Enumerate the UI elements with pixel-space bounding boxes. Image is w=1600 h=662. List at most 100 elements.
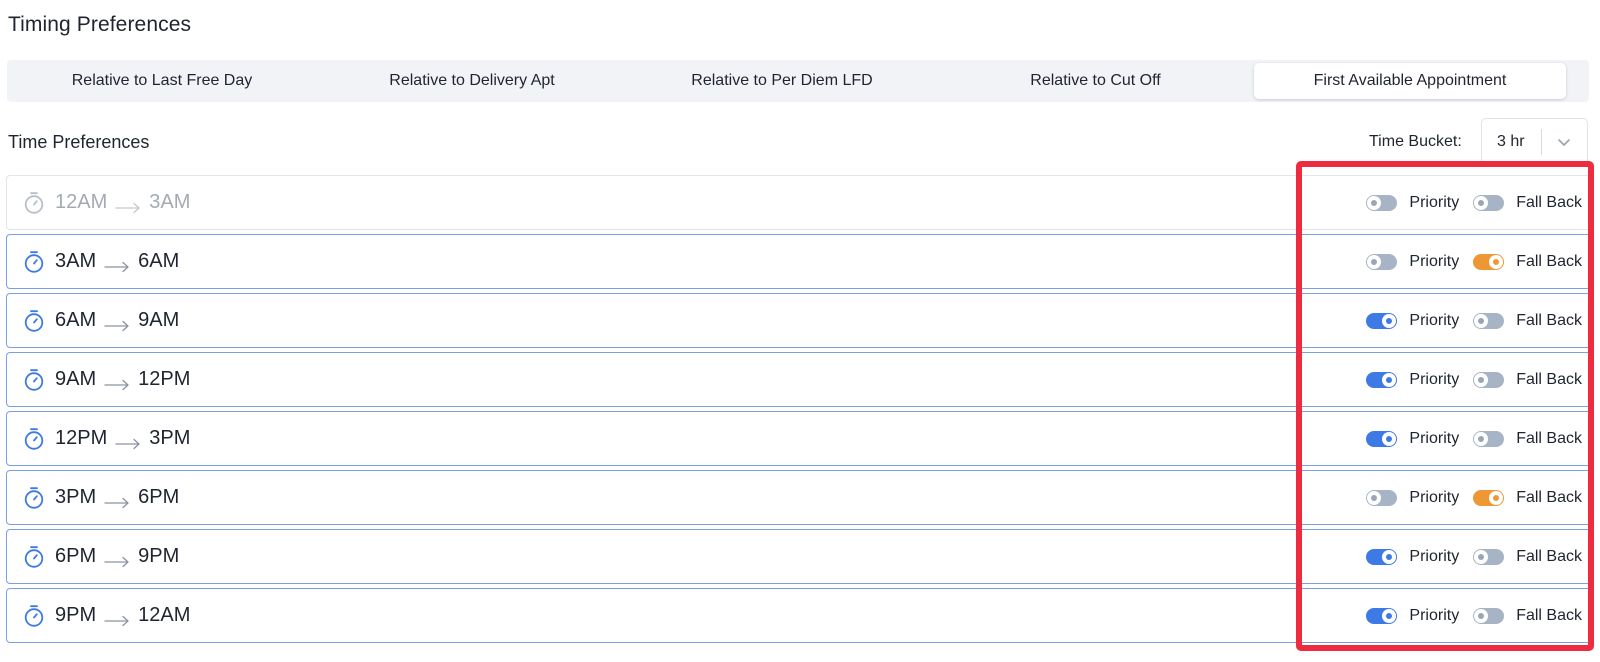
- chevron-down-icon[interactable]: [1556, 134, 1572, 150]
- time-range-end: 9PM: [138, 545, 180, 567]
- arrow-right-icon: [104, 610, 130, 626]
- arrow-right-icon: [104, 374, 130, 390]
- fallback-label: Fall Back: [1516, 488, 1582, 506]
- priority-toggle[interactable]: [1366, 489, 1398, 506]
- time-slot-row: 3PM 6PM Priority Fall Back: [6, 470, 1591, 525]
- priority-toggle[interactable]: [1366, 194, 1398, 211]
- priority-toggle[interactable]: [1366, 548, 1398, 565]
- time-range: 12PM 3PM: [55, 427, 190, 450]
- time-range-start: 6PM: [55, 545, 97, 567]
- fallback-toggle[interactable]: [1473, 548, 1505, 565]
- time-bucket-value: 3 hr: [1497, 133, 1525, 150]
- arrow-right-icon: [115, 197, 141, 213]
- stopwatch-icon: [22, 427, 46, 451]
- arrow-right-icon: [104, 551, 130, 567]
- stopwatch-icon: [22, 545, 46, 569]
- select-divider: [1541, 129, 1542, 155]
- time-range-end: 12AM: [138, 604, 191, 626]
- time-slot-row: 9AM 12PM Priority Fall Back: [6, 352, 1591, 407]
- time-range: 3AM 6AM: [55, 250, 179, 273]
- time-range: 9PM 12AM: [55, 604, 190, 627]
- row-controls: Priority Fall Back: [1366, 589, 1582, 642]
- fallback-toggle[interactable]: [1473, 253, 1505, 270]
- priority-toggle[interactable]: [1366, 312, 1398, 329]
- time-preferences-title: Time Preferences: [8, 132, 150, 152]
- tab-relative-last-free-day[interactable]: Relative to Last Free Day: [7, 60, 317, 102]
- fallback-toggle[interactable]: [1473, 312, 1505, 329]
- time-range: 9AM 12PM: [55, 368, 190, 391]
- stopwatch-icon: [22, 486, 46, 510]
- time-range-start: 9PM: [55, 604, 97, 626]
- time-range-end: 6AM: [138, 250, 180, 272]
- tab-first-available-appointment[interactable]: First Available Appointment: [1254, 63, 1566, 99]
- time-range-start: 12PM: [55, 427, 108, 449]
- row-controls: Priority Fall Back: [1366, 176, 1582, 229]
- time-range: 3PM 6PM: [55, 486, 179, 509]
- row-controls: Priority Fall Back: [1366, 235, 1582, 288]
- tab-bar: Relative to Last Free Day Relative to De…: [7, 60, 1589, 102]
- time-range: 6PM 9PM: [55, 545, 179, 568]
- time-range-start: 6AM: [55, 309, 97, 331]
- row-controls: Priority Fall Back: [1366, 353, 1582, 406]
- priority-label: Priority: [1409, 311, 1460, 329]
- time-range: 6AM 9AM: [55, 309, 179, 332]
- priority-toggle[interactable]: [1366, 430, 1398, 447]
- time-range-end: 9AM: [138, 309, 180, 331]
- priority-toggle[interactable]: [1366, 253, 1398, 270]
- time-slot-row: 9PM 12AM Priority Fall Back: [6, 588, 1591, 643]
- fallback-toggle[interactable]: [1473, 194, 1505, 211]
- row-controls: Priority Fall Back: [1366, 412, 1582, 465]
- time-range-end: 6PM: [138, 486, 180, 508]
- fallback-label: Fall Back: [1516, 429, 1582, 447]
- priority-label: Priority: [1409, 488, 1460, 506]
- stopwatch-icon: [22, 368, 46, 392]
- priority-label: Priority: [1409, 429, 1460, 447]
- fallback-label: Fall Back: [1516, 311, 1582, 329]
- time-slot-row: 6PM 9PM Priority Fall Back: [6, 529, 1591, 584]
- priority-toggle[interactable]: [1366, 607, 1398, 624]
- fallback-label: Fall Back: [1516, 370, 1582, 388]
- fallback-label: Fall Back: [1516, 547, 1582, 565]
- time-slot-row: 12PM 3PM Priority Fall Back: [6, 411, 1591, 466]
- time-range-end: 12PM: [138, 368, 191, 390]
- time-range-end: 3PM: [149, 427, 191, 449]
- fallback-toggle[interactable]: [1473, 371, 1505, 388]
- stopwatch-icon: [22, 250, 46, 274]
- arrow-right-icon: [115, 433, 141, 449]
- time-range-end: 3AM: [149, 191, 191, 213]
- priority-label: Priority: [1409, 606, 1460, 624]
- stopwatch-icon: [22, 191, 46, 215]
- fallback-label: Fall Back: [1516, 252, 1582, 270]
- fallback-label: Fall Back: [1516, 606, 1582, 624]
- page-title: Timing Preferences: [8, 13, 192, 36]
- time-slot-row: 3AM 6AM Priority Fall Back: [6, 234, 1591, 289]
- priority-label: Priority: [1409, 252, 1460, 270]
- priority-toggle[interactable]: [1366, 371, 1398, 388]
- row-controls: Priority Fall Back: [1366, 530, 1582, 583]
- stopwatch-icon: [22, 604, 46, 628]
- priority-label: Priority: [1409, 193, 1460, 211]
- tab-relative-per-diem-lfd[interactable]: Relative to Per Diem LFD: [627, 60, 937, 102]
- row-controls: Priority Fall Back: [1366, 294, 1582, 347]
- priority-label: Priority: [1409, 370, 1460, 388]
- priority-label: Priority: [1409, 547, 1460, 565]
- fallback-label: Fall Back: [1516, 193, 1582, 211]
- arrow-right-icon: [104, 315, 130, 331]
- time-range-start: 3PM: [55, 486, 97, 508]
- time-bucket-select[interactable]: 3 hr: [1481, 118, 1588, 166]
- fallback-toggle[interactable]: [1473, 430, 1505, 447]
- row-controls: Priority Fall Back: [1366, 471, 1582, 524]
- time-slot-row: 12AM 3AM Priority Fall Back: [6, 175, 1591, 230]
- arrow-right-icon: [104, 256, 130, 272]
- tab-relative-cut-off[interactable]: Relative to Cut Off: [937, 60, 1254, 102]
- time-slot-list: 12AM 3AM Priority Fall Back 3AM 6AM Prio…: [6, 175, 1591, 647]
- arrow-right-icon: [104, 492, 130, 508]
- stopwatch-icon: [22, 309, 46, 333]
- time-range: 12AM 3AM: [55, 191, 190, 214]
- time-range-start: 9AM: [55, 368, 97, 390]
- fallback-toggle[interactable]: [1473, 489, 1505, 506]
- time-bucket-label: Time Bucket:: [1369, 133, 1462, 150]
- fallback-toggle[interactable]: [1473, 607, 1505, 624]
- tab-relative-delivery-apt[interactable]: Relative to Delivery Apt: [317, 60, 627, 102]
- time-slot-row: 6AM 9AM Priority Fall Back: [6, 293, 1591, 348]
